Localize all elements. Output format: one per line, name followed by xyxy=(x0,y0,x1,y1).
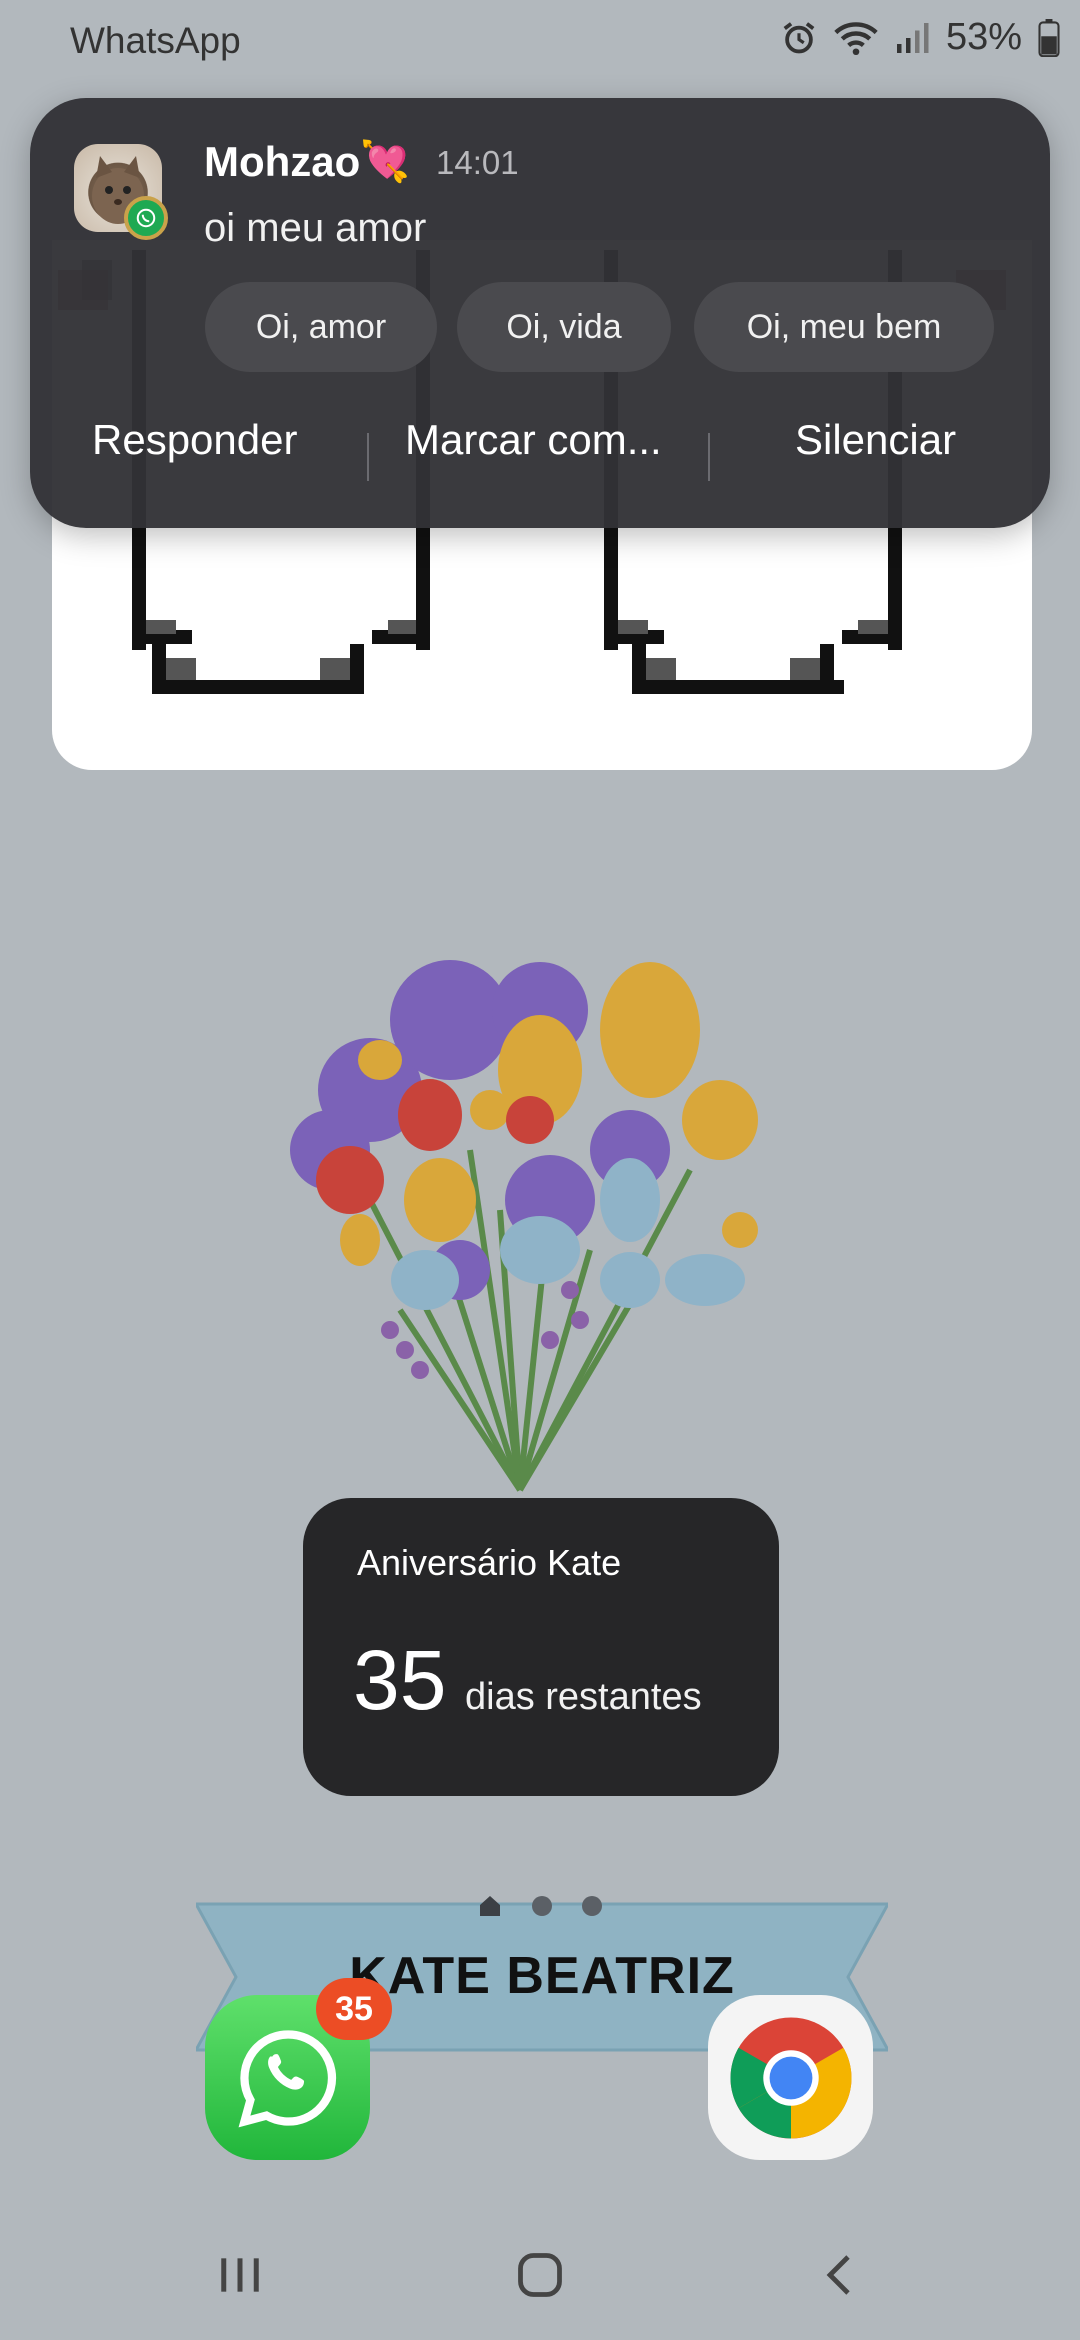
quick-reply-oi-amor[interactable]: Oi, amor xyxy=(205,282,437,372)
back-icon xyxy=(826,2255,850,2295)
flower-bouquet-image xyxy=(290,960,758,1492)
action-divider xyxy=(708,433,710,481)
notification-count-badge: 35 xyxy=(316,1978,392,2040)
countdown-widget[interactable]: Aniversário Kate 35 dias restantes xyxy=(303,1498,779,1796)
countdown-title: Aniversário Kate xyxy=(357,1542,622,1583)
page-dot xyxy=(582,1896,602,1916)
whatsapp-badge-icon xyxy=(124,196,168,240)
whatsapp-notification[interactable]: Mohzao 💘 14:01 oi meu amor Oi, amor Oi, … xyxy=(30,98,1050,528)
alarm-icon xyxy=(783,21,815,53)
countdown-unit: dias restantes xyxy=(465,1676,702,1718)
quick-reply-oi-vida[interactable]: Oi, vida xyxy=(457,282,671,372)
home-page-icon xyxy=(480,1896,500,1916)
home-icon xyxy=(518,2253,562,2297)
reply-action-button[interactable]: Responder xyxy=(92,416,297,464)
status-bar-app-label: WhatsApp xyxy=(70,20,241,61)
back-button[interactable] xyxy=(800,2240,880,2310)
mute-action-button[interactable]: Silenciar xyxy=(795,416,956,464)
countdown-number: 35 xyxy=(353,1633,447,1727)
page-dot xyxy=(532,1896,552,1916)
home-button[interactable] xyxy=(500,2240,580,2310)
action-divider xyxy=(367,433,369,481)
page-indicator[interactable] xyxy=(478,1894,602,1918)
status-bar-icons: 53% xyxy=(780,16,1060,59)
battery-percent: 53% xyxy=(945,16,1022,58)
notification-time: 14:01 xyxy=(436,144,519,181)
recent-apps-button[interactable] xyxy=(200,2240,280,2310)
chrome-app-icon[interactable] xyxy=(708,1995,873,2160)
wifi-icon xyxy=(834,21,878,55)
whatsapp-logo-icon xyxy=(238,2029,336,2127)
quick-reply-oi-meu-bem[interactable]: Oi, meu bem xyxy=(694,282,994,372)
heart-emoji-icon: 💘 xyxy=(360,140,410,184)
mark-as-read-action-button[interactable]: Marcar com... xyxy=(405,416,662,464)
signal-icon xyxy=(896,22,929,53)
chrome-logo-icon xyxy=(729,2017,852,2138)
notification-message: oi meu amor xyxy=(204,206,427,250)
recent-apps-icon xyxy=(221,2258,259,2292)
battery-icon xyxy=(1038,18,1060,57)
notification-sender: Mohzao xyxy=(204,138,361,185)
